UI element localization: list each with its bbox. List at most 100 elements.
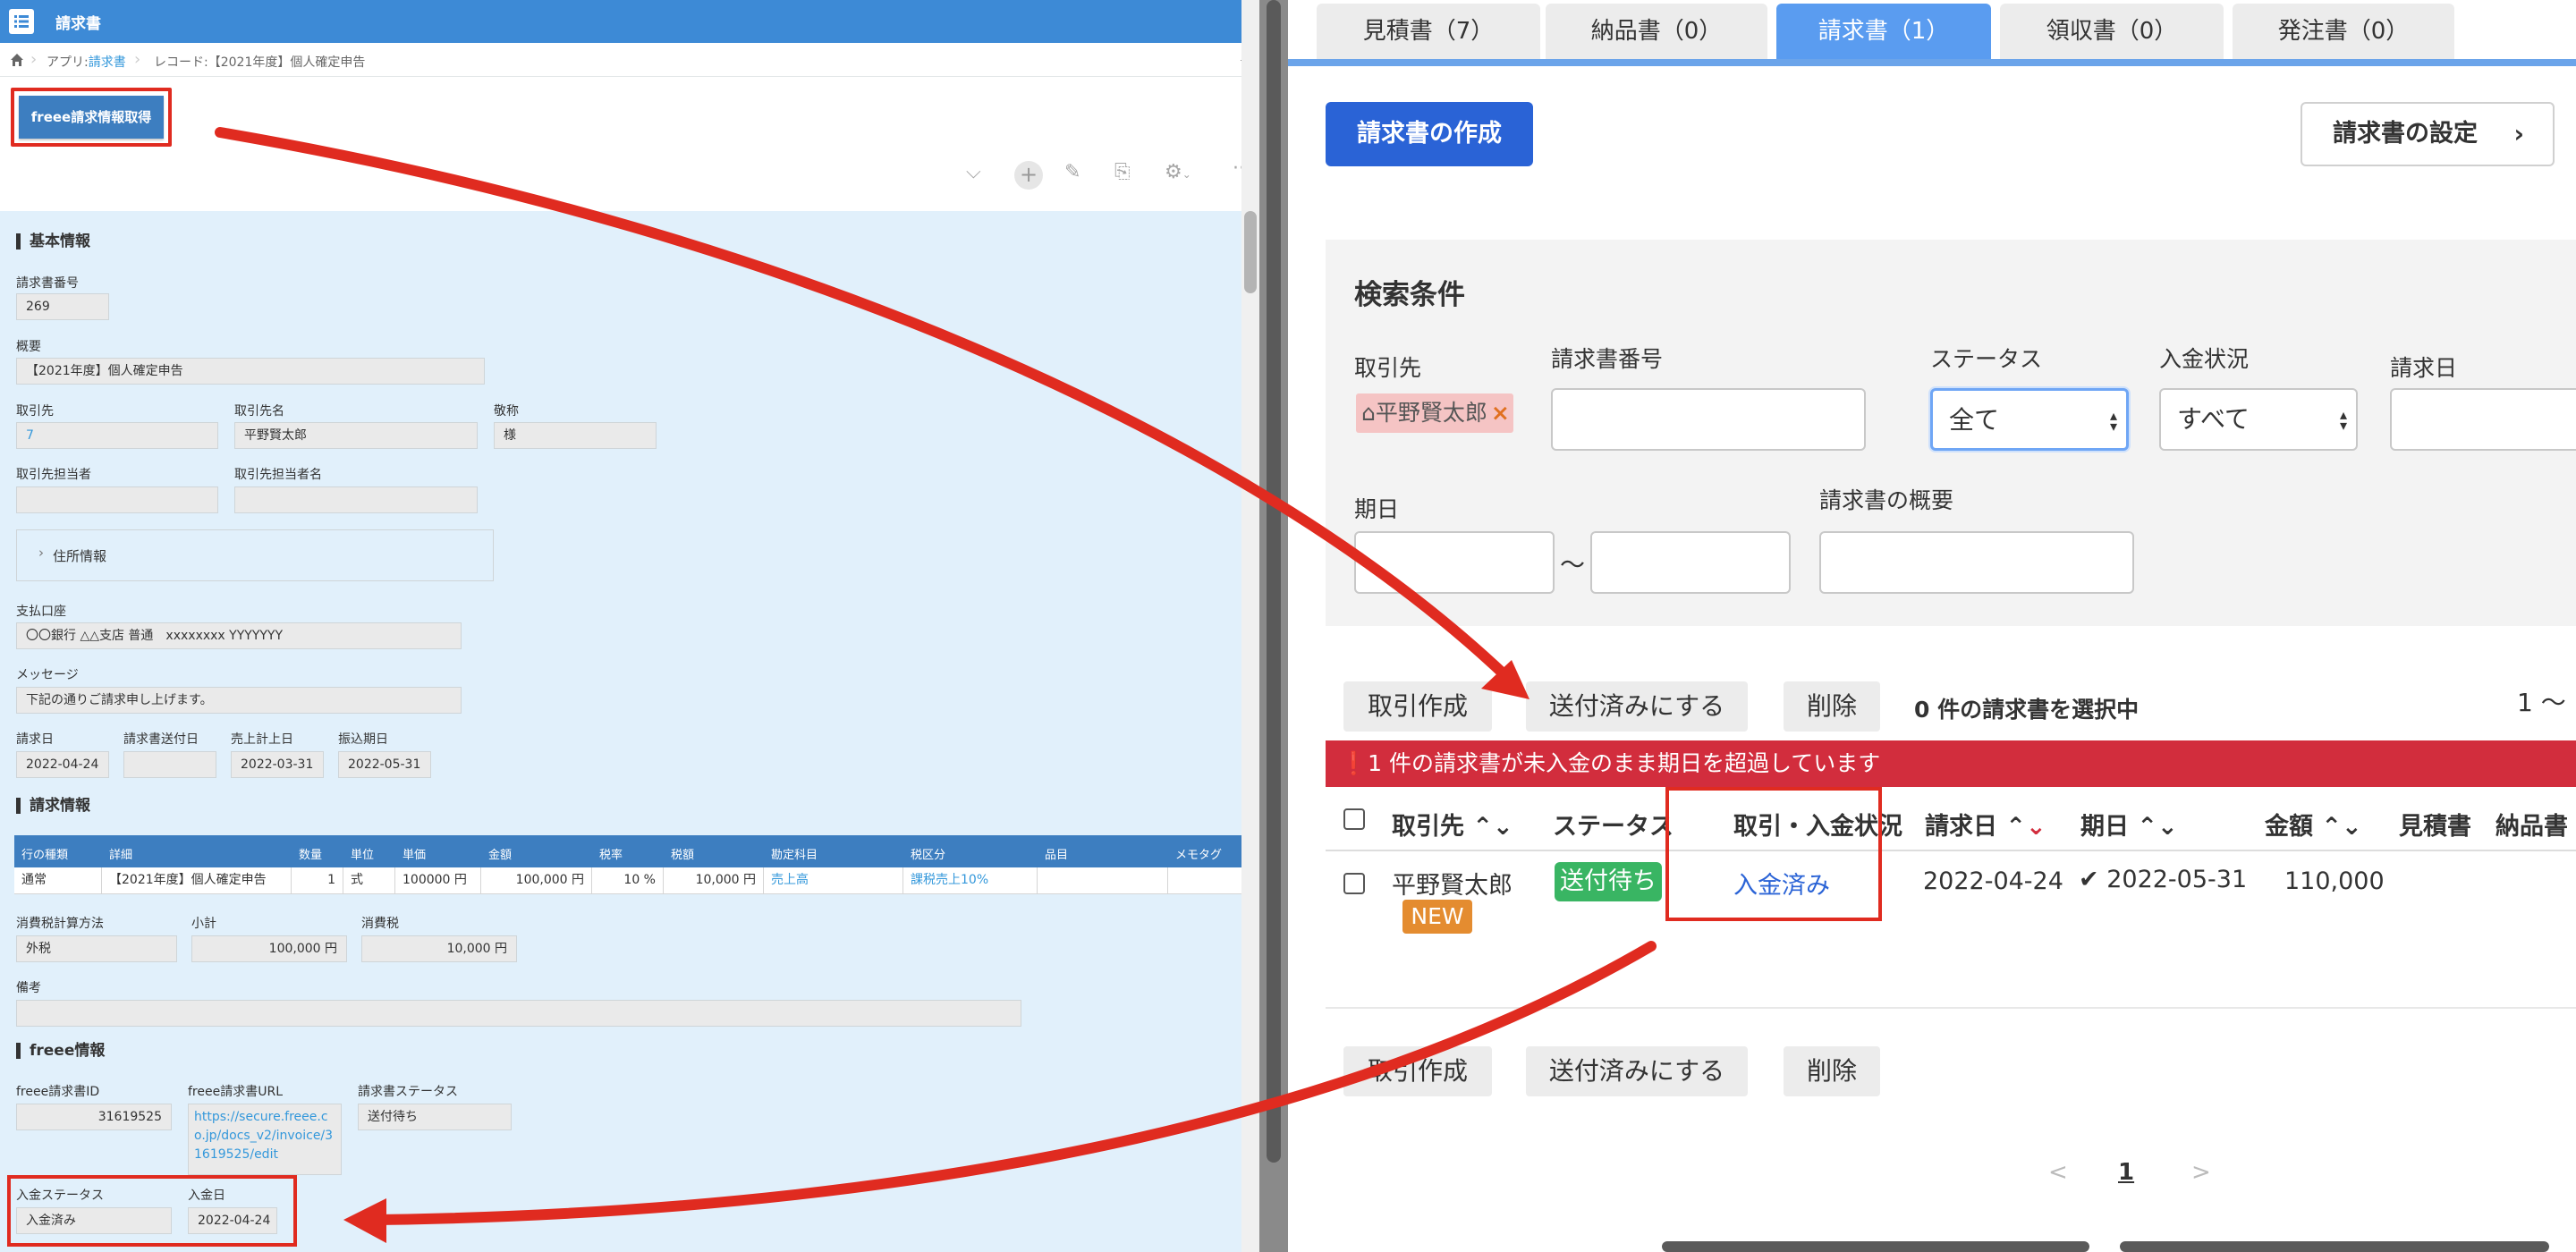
- table-cell-link[interactable]: 売上高: [764, 867, 903, 894]
- payment-select[interactable]: すべて ▴ ▾: [2159, 388, 2358, 451]
- horizontal-scrollbar[interactable]: [2120, 1241, 2549, 1252]
- check-icon: ✔: [2079, 866, 2099, 893]
- duplicate-icon[interactable]: ⎘: [1114, 161, 1131, 183]
- note-value: [16, 1000, 1021, 1027]
- mark-sent-button-bottom[interactable]: 送付済みにする: [1526, 1046, 1748, 1096]
- subtotal-label: 小計: [191, 917, 216, 931]
- gear-icon[interactable]: ⚙⌄: [1165, 161, 1191, 183]
- add-record-icon[interactable]: +: [1014, 161, 1043, 190]
- sales-date-label: 売上計上日: [231, 732, 293, 747]
- overdue-alert[interactable]: ❗1 件の請求書が未入金のまま期日を超過しています: [1326, 740, 2576, 787]
- edit-icon[interactable]: ✎: [1064, 161, 1080, 183]
- invoice-no-input[interactable]: [1551, 388, 1866, 451]
- date-from-input[interactable]: [2390, 388, 2576, 451]
- col-partner-label: 取引先: [1392, 813, 1464, 841]
- invoice-no-label: 請求書番号: [16, 276, 79, 291]
- due-from-input[interactable]: [1354, 531, 1555, 594]
- message-value: 下記の通りご請求申し上げます。: [16, 687, 462, 714]
- summary-value: 【2021年度】個人確定申告: [16, 358, 485, 385]
- range-tilde: 〜: [1560, 550, 1586, 579]
- delete-button[interactable]: 削除: [1784, 681, 1880, 732]
- due-to-input[interactable]: [1590, 531, 1791, 594]
- bank-value: 〇〇銀行 △△支店 普通 xxxxxxxx YYYYYYY: [16, 622, 462, 649]
- partner-name-value: 平野賢太郎: [234, 422, 478, 449]
- partner-value[interactable]: 7: [16, 422, 218, 449]
- invoice-no-label: 請求書番号: [1551, 346, 1664, 372]
- status-select-value: 全て: [1949, 405, 2000, 435]
- kintone-scrollbar[interactable]: [1241, 0, 1259, 1252]
- table-row[interactable]: 平野賢太郎 NEW 送付待ち 入金済み 2022-04-24 ✔ 2022-05…: [1326, 851, 2576, 1009]
- next-page[interactable]: >: [2191, 1159, 2211, 1186]
- contact-name-value: [234, 486, 478, 513]
- col-header: メモタグ: [1175, 849, 1223, 862]
- col-amount[interactable]: 金額 ⌃⌄: [2265, 807, 2362, 842]
- invoice-settings-button[interactable]: 請求書の設定 ›: [2301, 102, 2555, 166]
- chevron-right-icon: ›: [2513, 119, 2524, 148]
- tab-quotes[interactable]: 見積書（7）: [1317, 4, 1540, 59]
- row-checkbox[interactable]: [1343, 873, 1365, 894]
- contact-label: 取引先担当者: [16, 468, 91, 482]
- delete-button-bottom[interactable]: 削除: [1784, 1046, 1880, 1096]
- home-icon[interactable]: [9, 52, 25, 68]
- col-partner[interactable]: 取引先 ⌃⌄: [1392, 807, 1513, 842]
- freee-url-link[interactable]: https://secure.freee.co.jp/docs_v2/invoi…: [188, 1104, 342, 1175]
- col-amount-label: 金額: [2265, 813, 2313, 841]
- alert-icon: ❗: [1340, 750, 1368, 776]
- col-invoice-date-label: 請求日: [1925, 813, 1997, 841]
- address-group[interactable]: › 住所情報: [16, 529, 494, 581]
- table-cell: [1038, 867, 1168, 894]
- alert-text: 1 件の請求書が未入金のまま期日を超過しています: [1368, 750, 1881, 776]
- prev-page[interactable]: <: [2048, 1159, 2068, 1186]
- status-select[interactable]: 全て ▴ ▾: [1930, 388, 2129, 451]
- col-status[interactable]: ステータス: [1553, 807, 1674, 842]
- col-header: 単価: [402, 849, 427, 862]
- chevron-down-icon[interactable]: ⌵: [966, 161, 981, 183]
- table-cell: 10 %: [592, 867, 664, 894]
- document-tabs: 見積書（7） 納品書（0） 請求書（1） 領収書（0） 発注書（0）: [1288, 0, 2576, 66]
- select-all-checkbox[interactable]: [1343, 808, 1365, 830]
- horizontal-scrollbar[interactable]: [1662, 1241, 2089, 1252]
- record-toolbar: ⌵ + ✎ ⎘ ⚙⌄ ···: [948, 157, 1259, 193]
- table-cell-link[interactable]: 課税売上10%: [903, 867, 1038, 894]
- tab-receipts[interactable]: 領収書（0）: [2000, 4, 2224, 59]
- close-icon[interactable]: ×: [1491, 400, 1510, 426]
- table-cell: 10,000 円: [664, 867, 764, 894]
- col-due-label: 期日: [2080, 813, 2129, 841]
- current-page[interactable]: 1: [2118, 1159, 2134, 1186]
- col-header: 勘定科目: [771, 849, 818, 862]
- note-label: 備考: [16, 981, 41, 995]
- summary-input[interactable]: [1819, 531, 2134, 594]
- row-due: ✔ 2022-05-31: [2079, 866, 2247, 893]
- breadcrumb-app[interactable]: アプリ:請求書: [47, 53, 126, 71]
- tab-delivery[interactable]: 納品書（0）: [1546, 4, 1767, 59]
- due-label: 期日: [1354, 496, 1400, 522]
- selected-count: 0 件の請求書を選択中: [1914, 697, 2140, 723]
- page-count: 1 〜 1: [2517, 688, 2576, 717]
- table-cell: 式: [343, 867, 395, 894]
- subtotal-value: 100,000 円: [191, 935, 347, 962]
- app-list-icon[interactable]: [9, 9, 34, 34]
- home-icon: ⌂: [1361, 400, 1376, 426]
- pagination: < 1 >: [1288, 1159, 2576, 1195]
- col-quote[interactable]: 見積書: [2399, 807, 2471, 842]
- create-deal-button[interactable]: 取引作成: [1343, 681, 1492, 732]
- create-invoice-button[interactable]: 請求書の作成: [1326, 102, 1533, 166]
- mark-sent-button[interactable]: 送付済みにする: [1526, 681, 1748, 732]
- row-due-value: 2022-05-31: [2106, 866, 2248, 893]
- bank-label: 支払口座: [16, 605, 66, 619]
- payment-label: 入金状況: [2159, 346, 2250, 372]
- tab-invoices[interactable]: 請求書（1）: [1776, 4, 1991, 59]
- col-header: 金額: [488, 849, 513, 862]
- summary-label: 請求書の概要: [1819, 487, 1954, 513]
- tab-orders[interactable]: 発注書（0）: [2233, 4, 2454, 59]
- partner-chip[interactable]: ⌂平野賢太郎 ×: [1356, 393, 1513, 433]
- create-deal-button-bottom[interactable]: 取引作成: [1343, 1046, 1492, 1096]
- record-form: 基本情報 請求書番号 269 概要 【2021年度】個人確定申告 取引先 7 取…: [0, 211, 1259, 1252]
- freee-fetch-button[interactable]: freee請求情報取得: [19, 96, 164, 139]
- col-invoice-date[interactable]: 請求日 ⌃⌄: [1925, 807, 2046, 842]
- col-due[interactable]: 期日 ⌃⌄: [2080, 807, 2178, 842]
- table-header: 行の種類 詳細 数量 単位 単価 金額 税率 税額 勘定科目 税区分 品目 メモ…: [14, 835, 1259, 867]
- col-delivery[interactable]: 納品書: [2496, 807, 2568, 842]
- window-scrollbar[interactable]: [1259, 0, 1288, 1252]
- invoice-date-value: 2022-04-24: [16, 751, 109, 778]
